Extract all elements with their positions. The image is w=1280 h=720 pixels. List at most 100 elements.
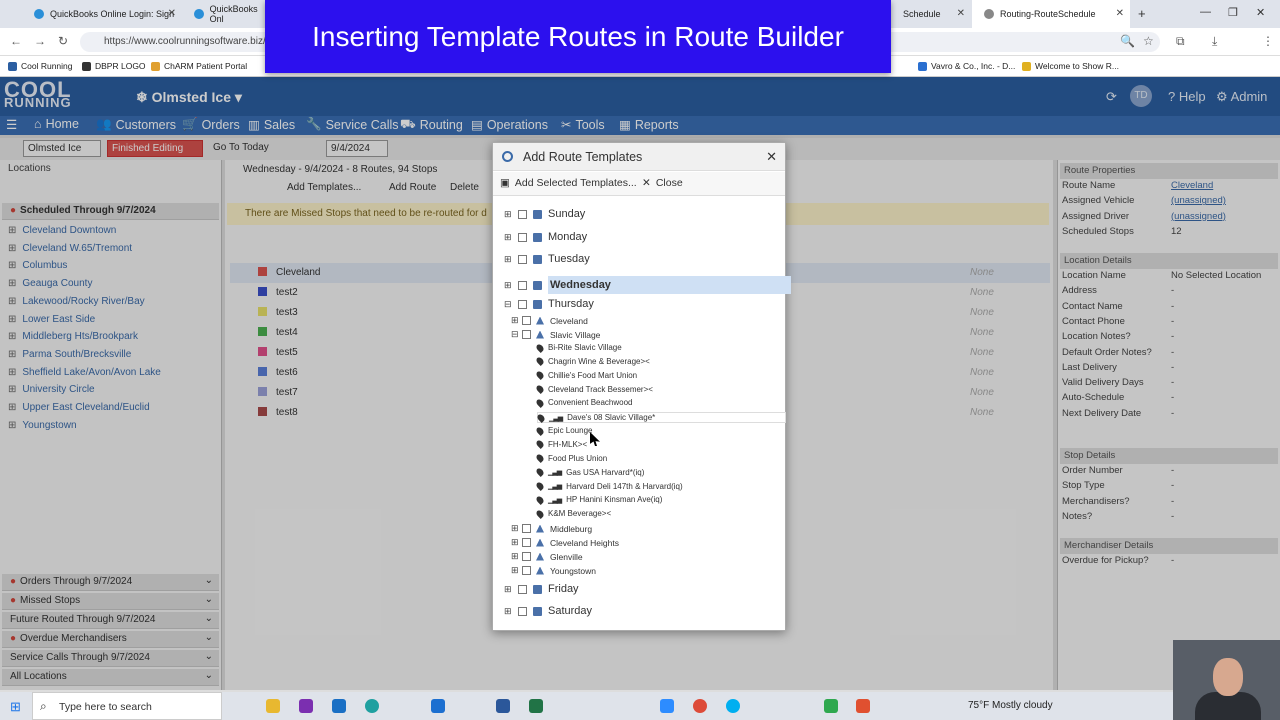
weather-widget[interactable]: 75°F Mostly cloudy	[968, 700, 1053, 711]
minimize-icon[interactable]: —	[1200, 6, 1211, 18]
bookmark-item[interactable]: DBPR LOGO	[82, 61, 146, 71]
download-icon[interactable]: ⤓	[1212, 34, 1217, 49]
app-icon[interactable]	[856, 699, 870, 713]
close-dialog-icon[interactable]: ✕	[766, 149, 777, 165]
template-day-thursday[interactable]: ⊟ Thursday	[504, 298, 594, 310]
route-checkbox[interactable]	[522, 330, 531, 339]
expand-icon[interactable]: ⊞	[511, 315, 520, 326]
day-checkbox[interactable]	[518, 280, 527, 290]
route-checkbox[interactable]	[522, 552, 531, 561]
template-stop[interactable]: Food Plus Union	[535, 453, 607, 464]
day-checkbox[interactable]	[518, 209, 527, 219]
maximize-icon[interactable]: ❐	[1228, 6, 1238, 19]
browser-tab[interactable]: QuickBooks Onl	[182, 0, 272, 28]
browser-tab-active[interactable]: Routing-RouteSchedule ✕	[972, 0, 1130, 28]
collapse-icon[interactable]: ⊟	[504, 299, 513, 310]
add-selected-templates-button[interactable]: ▣ Add Selected Templates...	[500, 177, 637, 189]
browser-tab[interactable]: QuickBooks Online Login: Sign ✕	[22, 0, 182, 28]
close-window-icon[interactable]: ✕	[1256, 6, 1265, 19]
day-checkbox[interactable]	[518, 254, 527, 264]
template-route[interactable]: ⊞ Cleveland Heights	[511, 537, 619, 548]
reload-icon[interactable]: ↻	[58, 34, 68, 48]
close-button[interactable]: ✕ Close	[642, 177, 683, 189]
template-stop[interactable]: Chagrin Wine & Beverage><	[535, 356, 650, 367]
expand-icon[interactable]: ⊞	[511, 523, 520, 534]
day-checkbox[interactable]	[518, 606, 527, 616]
more-icon[interactable]: ⋮	[1262, 34, 1274, 48]
day-checkbox[interactable]	[518, 232, 527, 242]
day-label: Monday	[548, 231, 588, 243]
onenote-icon[interactable]	[299, 699, 313, 713]
template-day-monday[interactable]: ⊞ Monday	[504, 231, 587, 243]
outlook-icon[interactable]	[332, 699, 346, 713]
template-day-sunday[interactable]: ⊞ Sunday	[504, 208, 585, 220]
expand-icon[interactable]: ⊞	[504, 232, 513, 243]
template-stop[interactable]: K&M Beverage><	[535, 508, 611, 519]
browser-tab[interactable]: Schedule ✕	[891, 0, 971, 28]
bookmark-item[interactable]: Vavro & Co., Inc. - D...	[918, 61, 1015, 71]
excel-icon[interactable]	[529, 699, 543, 713]
app-icon[interactable]	[431, 699, 445, 713]
route-checkbox[interactable]	[522, 538, 531, 547]
file-explorer-icon[interactable]	[266, 699, 280, 713]
expand-icon[interactable]: ⊞	[511, 551, 520, 562]
calendar-icon	[533, 232, 542, 242]
template-route[interactable]: ⊞ Youngstown	[511, 565, 596, 576]
template-stop[interactable]: ▁▃▅ Gas USA Harvard*(iq)	[535, 467, 644, 478]
expand-icon[interactable]: ⊞	[504, 584, 513, 595]
template-stop[interactable]: Epic Lounge	[535, 425, 592, 436]
bookmark-item[interactable]: Welcome to Show R...	[1022, 61, 1119, 71]
skype-icon[interactable]	[726, 699, 740, 713]
map-pin-icon	[535, 384, 545, 394]
expand-icon[interactable]: ⊞	[504, 254, 513, 265]
close-tab-icon[interactable]: ✕	[168, 8, 176, 19]
forward-icon[interactable]: →	[34, 34, 46, 48]
template-stop[interactable]: FH-MLK><	[535, 439, 587, 450]
template-stop[interactable]: Chillie's Food Mart Union	[535, 370, 637, 381]
template-day-saturday[interactable]: ⊞ Saturday	[504, 605, 592, 617]
close-tab-icon[interactable]: ✕	[957, 8, 965, 19]
taskbar-search-input[interactable]: Type here to search	[32, 692, 222, 720]
template-stop[interactable]: Bi-Rite Slavic Village	[535, 342, 622, 353]
edge-icon[interactable]	[365, 699, 379, 713]
collapse-icon[interactable]: ⊟	[511, 329, 520, 340]
template-day-wednesday[interactable]: ⊞ Wednesday	[504, 276, 791, 294]
bookmark-star-icon[interactable]: ☆	[1143, 34, 1154, 48]
day-checkbox[interactable]	[518, 299, 527, 309]
route-checkbox[interactable]	[522, 316, 531, 325]
expand-icon[interactable]: ⊞	[511, 565, 520, 576]
expand-icon[interactable]: ⊞	[511, 537, 520, 548]
bookmark-item[interactable]: ChARM Patient Portal	[151, 61, 247, 71]
route-checkbox[interactable]	[522, 524, 531, 533]
template-route[interactable]: ⊞ Middleburg	[511, 523, 592, 534]
word-icon[interactable]	[496, 699, 510, 713]
bookmark-item[interactable]: Cool Running	[8, 61, 73, 71]
chrome-icon[interactable]	[693, 699, 707, 713]
windows-start-icon[interactable]: ⊞	[10, 699, 21, 715]
calendar-icon	[533, 584, 542, 594]
app-icon[interactable]	[824, 699, 838, 713]
extensions-icon[interactable]: ⧉	[1176, 34, 1185, 49]
template-route[interactable]: ⊟ Slavic Village	[511, 329, 600, 340]
template-day-friday[interactable]: ⊞ Friday	[504, 583, 579, 595]
expand-icon[interactable]: ⊞	[504, 209, 513, 220]
calendar-icon	[533, 209, 542, 219]
new-tab-icon[interactable]: +	[1138, 6, 1146, 21]
back-icon[interactable]: ←	[10, 34, 22, 48]
template-day-tuesday[interactable]: ⊞ Tuesday	[504, 253, 590, 265]
template-stop[interactable]: Cleveland Track Bessemer><	[535, 384, 653, 394]
template-stop[interactable]: ▁▃▅ HP Hanini Kinsman Ave(iq)	[535, 494, 662, 505]
template-route[interactable]: ⊞ Glenville	[511, 551, 583, 562]
template-stop[interactable]: ▁▃▅ Dave's 08 Slavic Village*	[536, 412, 787, 424]
expand-icon[interactable]: ⊞	[504, 606, 513, 617]
zoom-app-icon[interactable]	[660, 699, 674, 713]
template-stop[interactable]: Convenient Beachwood	[535, 397, 633, 408]
route-checkbox[interactable]	[522, 566, 531, 575]
zoom-icon[interactable]: 🔍	[1120, 34, 1135, 48]
day-checkbox[interactable]	[518, 584, 527, 594]
template-route[interactable]: ⊞ Cleveland	[511, 315, 588, 326]
day-label: Sunday	[548, 208, 586, 220]
template-stop[interactable]: ▁▃▅ Harvard Deli 147th & Harvard(iq)	[535, 481, 683, 491]
expand-icon[interactable]: ⊞	[504, 280, 513, 291]
close-tab-icon[interactable]: ✕	[1116, 8, 1124, 19]
